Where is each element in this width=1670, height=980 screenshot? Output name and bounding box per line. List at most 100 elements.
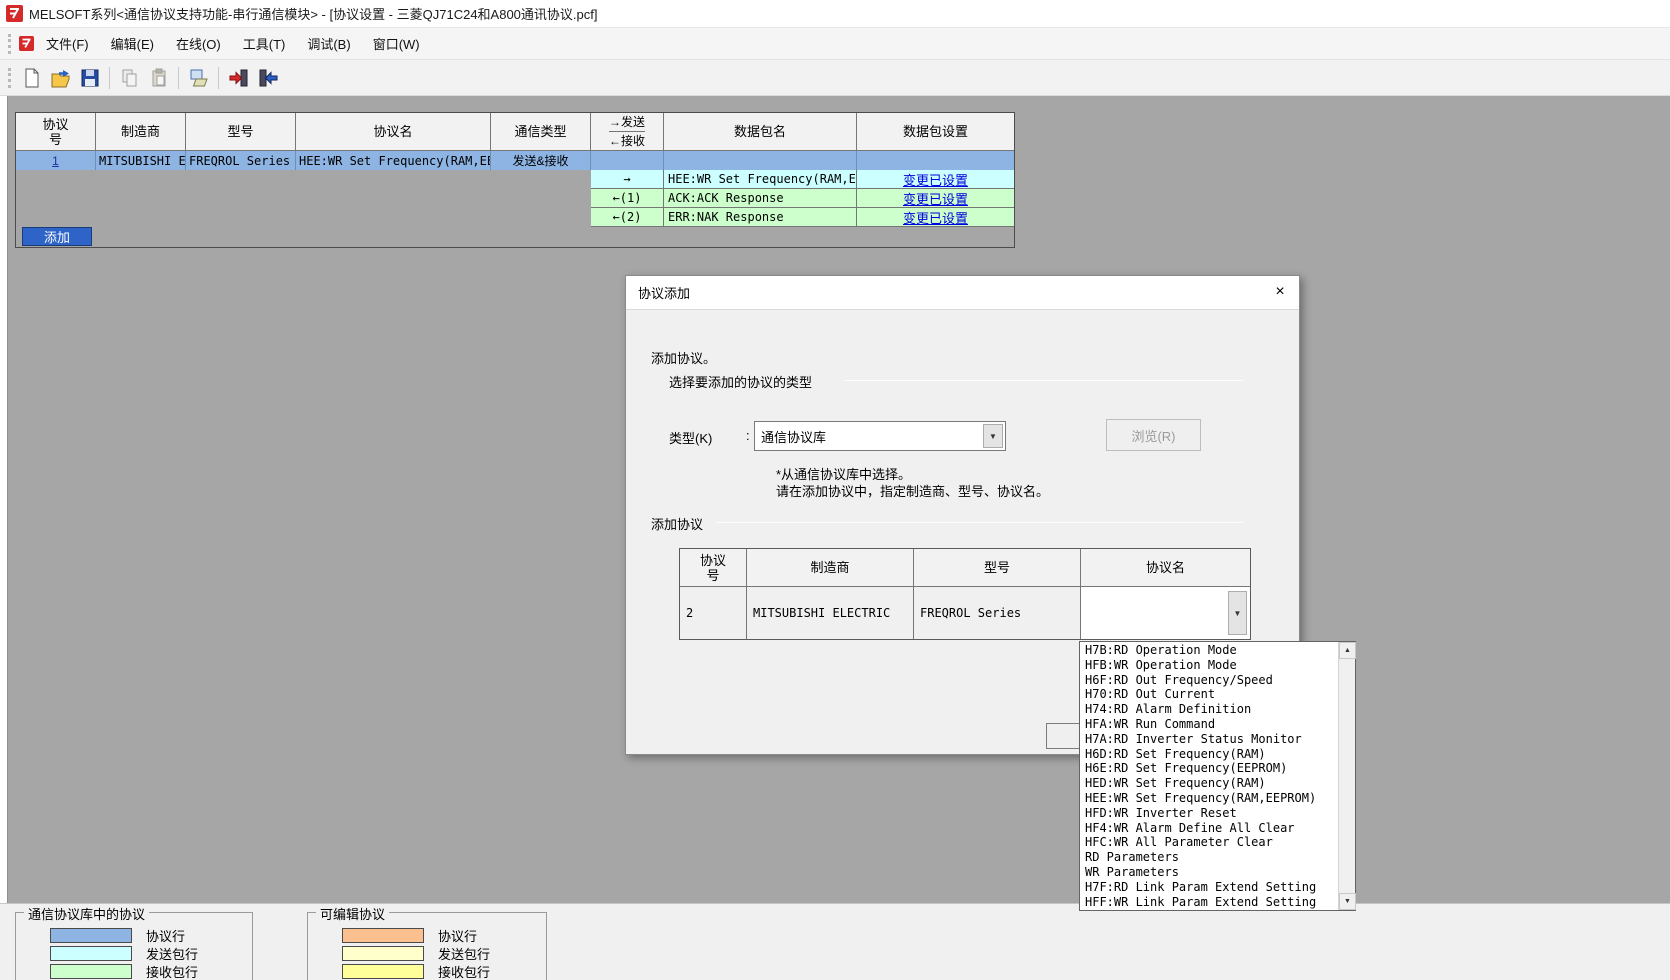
close-icon[interactable]: × [1265, 279, 1295, 305]
dialog-table-header: 协议号 制造商 型号 协议名 [680, 549, 1250, 587]
dropdown-option[interactable]: HFA:WR Run Command [1080, 717, 1338, 732]
menu-file[interactable]: 文件(F) [36, 30, 99, 57]
legend-label: 接收包行 [146, 962, 198, 980]
dropdown-option[interactable]: HFC:WR All Parameter Clear [1080, 835, 1338, 850]
dropdown-option[interactable]: HFB:WR Operation Mode [1080, 658, 1338, 673]
copy-button[interactable] [116, 64, 143, 91]
packet-setting-cell: 变更已设置 [857, 208, 1014, 226]
protocol-row-1[interactable]: 1 MITSUBISHI ELECTRIC FREQROL Series HEE… [16, 151, 1014, 170]
copy-icon [119, 67, 141, 89]
new-protocol-no: 2 [680, 587, 747, 639]
dialog-table-row: 2 MITSUBISHI ELECTRIC FREQROL Series ▼ [680, 587, 1250, 639]
packet-setting-link[interactable]: 变更已设置 [903, 189, 968, 207]
module-config-button[interactable] [185, 64, 212, 91]
menubar-grip[interactable] [8, 34, 13, 54]
dropdown-option[interactable]: HFD:WR Inverter Reset [1080, 806, 1338, 821]
packet-row-receive-1: ←(1) ACK:ACK Response 变更已设置 [591, 189, 1014, 208]
dropdown-option[interactable]: H6F:RD Out Frequency/Speed [1080, 673, 1338, 688]
dropdown-option[interactable]: H6D:RD Set Frequency(RAM) [1080, 747, 1338, 762]
chevron-down-icon[interactable]: ▼ [1228, 591, 1247, 635]
library-protocol-row-swatch [50, 928, 132, 943]
menu-debug[interactable]: 调试(B) [297, 30, 360, 57]
library-receive-row-swatch [50, 964, 132, 979]
dialog-protocol-table: 协议号 制造商 型号 协议名 2 MITSUBISHI ELECTRIC FRE… [679, 548, 1251, 640]
add-group-label: 添加协议 [651, 514, 703, 533]
add-protocol-button[interactable]: 添加 [22, 227, 92, 246]
new-model: FREQROL Series [914, 587, 1081, 639]
scroll-down-icon[interactable]: ▼ [1339, 893, 1356, 910]
dropdown-option[interactable]: H7F:RD Link Param Extend Setting [1080, 880, 1338, 895]
chevron-down-icon[interactable]: ▼ [983, 424, 1003, 448]
dropdown-option[interactable]: H7A:RD Inverter Status Monitor [1080, 732, 1338, 747]
protocol-name-combobox[interactable]: ▼ [1081, 587, 1250, 639]
save-button[interactable] [76, 64, 103, 91]
browse-button[interactable]: 浏览(R) [1106, 419, 1201, 451]
dropdown-option[interactable]: WR Parameters [1080, 865, 1338, 880]
menu-window[interactable]: 窗口(W) [363, 30, 430, 57]
empty-cell [857, 151, 1014, 170]
header-protocol-name: 协议名 [1081, 549, 1250, 587]
group-rule [844, 380, 1243, 381]
menu-tools[interactable]: 工具(T) [233, 30, 296, 57]
paste-button[interactable] [145, 64, 172, 91]
packet-setting-link[interactable]: 变更已设置 [903, 170, 968, 188]
menu-bar: 文件(F) 编辑(E) 在线(O) 工具(T) 调试(B) 窗口(W) [0, 28, 1670, 60]
melsoft-app-icon [6, 5, 23, 22]
legend-label: 接收包行 [438, 962, 490, 980]
header-manufacturer: 制造商 [747, 549, 914, 587]
legend-label: 发送包行 [438, 944, 490, 963]
open-file-icon [50, 67, 72, 89]
packet-direction: ←(2) [591, 208, 664, 226]
legend-label: 协议行 [438, 926, 477, 945]
dropdown-option[interactable]: H74:RD Alarm Definition [1080, 702, 1338, 717]
dialog-intro-text: 添加协议。 [651, 348, 716, 367]
toolbar-separator [109, 67, 110, 89]
read-from-module-button[interactable] [254, 64, 281, 91]
protocol-table: 协议号 制造商 型号 协议名 通信类型 →发送 ←接收 数据包名 数据包设置 1… [15, 112, 1015, 248]
legend-label: 协议行 [146, 926, 185, 945]
dropdown-option[interactable]: H70:RD Out Current [1080, 687, 1338, 702]
new-file-button[interactable] [18, 64, 45, 91]
dropdown-option[interactable]: H7B:RD Operation Mode [1080, 643, 1338, 658]
dialog-title-bar: 协议添加 × [626, 276, 1299, 310]
header-comm-type: 通信类型 [491, 113, 591, 151]
dropdown-option[interactable]: HF4:WR Alarm Define All Clear [1080, 821, 1338, 836]
dropdown-option[interactable]: HFF:WR Link Param Extend Setting [1080, 895, 1338, 910]
menu-edit[interactable]: 编辑(E) [101, 30, 164, 57]
header-send-receive: →发送 ←接收 [591, 113, 664, 151]
protocol-name-dropdown-list: H7B:RD Operation Mode HFB:WR Operation M… [1079, 641, 1356, 911]
title-bar: MELSOFT系列<通信协议支持功能-串行通信模块> - [协议设置 - 三菱Q… [0, 0, 1670, 28]
toolbar [0, 60, 1670, 96]
packet-setting-link[interactable]: 变更已设置 [903, 208, 968, 226]
write-to-module-icon [228, 67, 250, 89]
type-combobox-value: 通信协议库 [755, 427, 981, 446]
toolbar-grip[interactable] [8, 68, 13, 88]
write-to-module-button[interactable] [225, 64, 252, 91]
open-file-button[interactable] [47, 64, 74, 91]
dropdown-option[interactable]: HEE:WR Set Frequency(RAM,EEPROM) [1080, 791, 1338, 806]
header-model: 型号 [914, 549, 1081, 587]
type-group-label: 选择要添加的协议的类型 [669, 372, 812, 391]
save-icon [79, 67, 101, 89]
editable-receive-row-swatch [342, 964, 424, 979]
header-receive: ←接收 [609, 132, 645, 150]
packet-name: ACK:ACK Response [664, 189, 857, 207]
packet-direction: ←(1) [591, 189, 664, 207]
packet-name: ERR:NAK Response [664, 208, 857, 226]
protocol-table-header: 协议号 制造商 型号 协议名 通信类型 →发送 ←接收 数据包名 数据包设置 [16, 113, 1014, 151]
packet-rows: → HEE:WR Set Frequency(RAM,EEPROM) 变更已设置… [591, 170, 1014, 227]
type-combobox[interactable]: 通信协议库 ▼ [754, 421, 1006, 451]
dropdown-option[interactable]: HED:WR Set Frequency(RAM) [1080, 776, 1338, 791]
header-model: 型号 [186, 113, 296, 151]
protocol-no-cell[interactable]: 1 [16, 151, 96, 170]
menu-online[interactable]: 在线(O) [166, 30, 231, 57]
protocol-no-link[interactable]: 1 [52, 154, 59, 168]
header-protocol-name: 协议名 [296, 113, 491, 151]
empty-cell [591, 151, 664, 170]
dropdown-option[interactable]: RD Parameters [1080, 850, 1338, 865]
dropdown-option[interactable]: H6E:RD Set Frequency(EEPROM) [1080, 761, 1338, 776]
dropdown-scrollbar[interactable]: ▲ ▼ [1338, 642, 1355, 910]
scroll-up-icon[interactable]: ▲ [1339, 642, 1356, 659]
paste-icon [148, 67, 170, 89]
packet-row-receive-2: ←(2) ERR:NAK Response 变更已设置 [591, 208, 1014, 227]
